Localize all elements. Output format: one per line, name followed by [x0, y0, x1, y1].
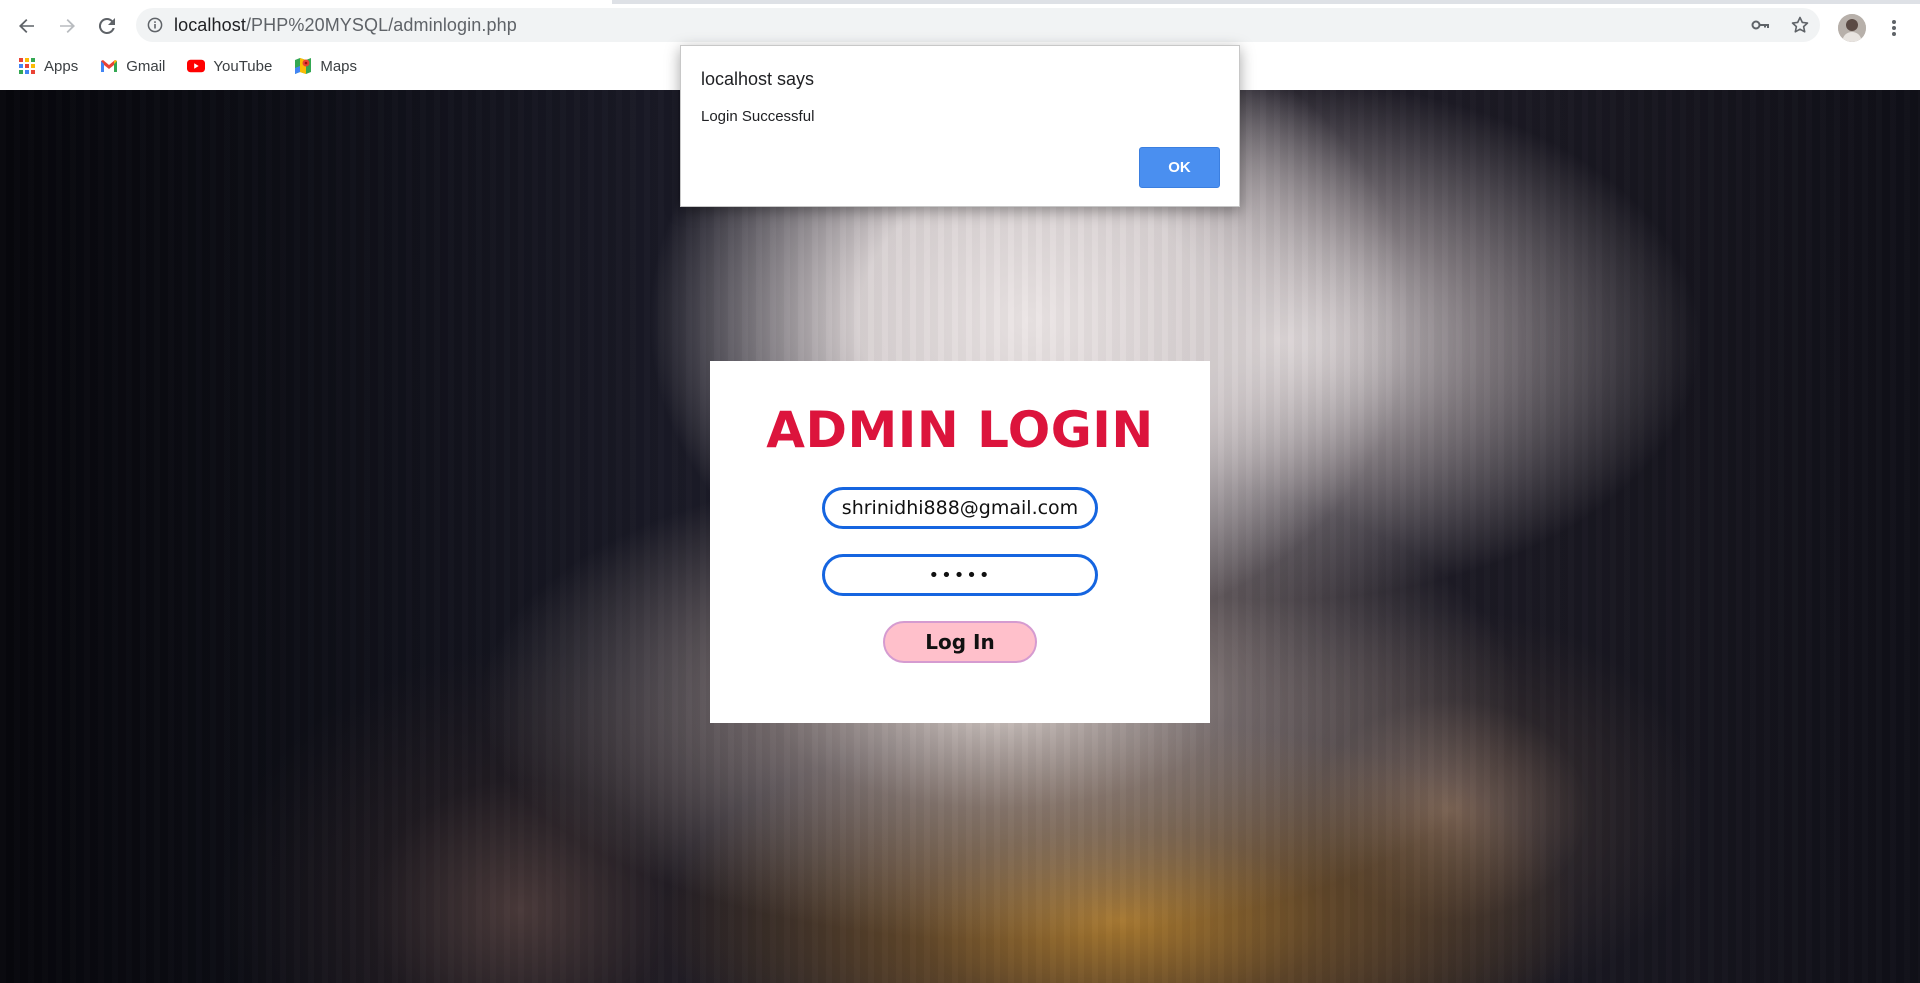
url-text[interactable]: localhost/PHP%20MYSQL/adminlogin.php — [174, 15, 517, 36]
forward-button[interactable] — [47, 8, 87, 44]
maps-icon — [294, 57, 312, 75]
alert-message: Login Successful — [701, 108, 815, 125]
bookmark-gmail[interactable]: Gmail — [100, 57, 165, 75]
gmail-icon — [100, 57, 118, 75]
ok-button[interactable]: OK — [1139, 147, 1220, 188]
profile-avatar[interactable] — [1838, 14, 1866, 42]
omnibox-actions — [1750, 8, 1810, 42]
url-host: localhost — [174, 14, 246, 35]
site-info-icon[interactable] — [136, 17, 174, 33]
alert-dialog: localhost says Login Successful OK — [680, 45, 1240, 207]
page-background: ADMIN LOGIN Log In — [0, 90, 1920, 983]
bookmark-label: Maps — [320, 57, 358, 75]
login-button[interactable]: Log In — [883, 621, 1037, 663]
password-field[interactable] — [822, 554, 1098, 596]
bookmark-label: Gmail — [126, 57, 166, 75]
alert-title: localhost says — [701, 69, 815, 89]
login-card: ADMIN LOGIN Log In — [710, 361, 1210, 723]
menu-kebab-icon[interactable] — [1880, 14, 1908, 42]
forward-arrow-icon — [60, 19, 75, 33]
bookmark-label: Apps — [44, 57, 79, 75]
bookmark-youtube[interactable]: YouTube — [187, 57, 272, 75]
email-field[interactable] — [822, 487, 1098, 529]
apps-grid-icon — [18, 57, 36, 75]
reload-icon — [98, 17, 115, 34]
back-arrow-icon — [19, 19, 34, 33]
address-bar[interactable]: localhost/PHP%20MYSQL/adminlogin.php — [136, 8, 1820, 42]
bookmark-apps[interactable]: Apps — [18, 57, 78, 75]
bookmark-maps[interactable]: Maps — [294, 57, 357, 75]
page-title: ADMIN LOGIN — [766, 401, 1154, 459]
back-button[interactable] — [7, 8, 47, 44]
bookmark-label: YouTube — [213, 57, 273, 75]
url-path: /PHP%20MYSQL/adminlogin.php — [245, 14, 517, 35]
youtube-icon — [187, 57, 206, 75]
reload-button[interactable] — [87, 8, 127, 44]
key-icon[interactable] — [1750, 15, 1770, 35]
star-bookmark-icon[interactable] — [1790, 15, 1810, 35]
browser-toolbar: localhost/PHP%20MYSQL/adminlogin.php — [0, 4, 1920, 48]
